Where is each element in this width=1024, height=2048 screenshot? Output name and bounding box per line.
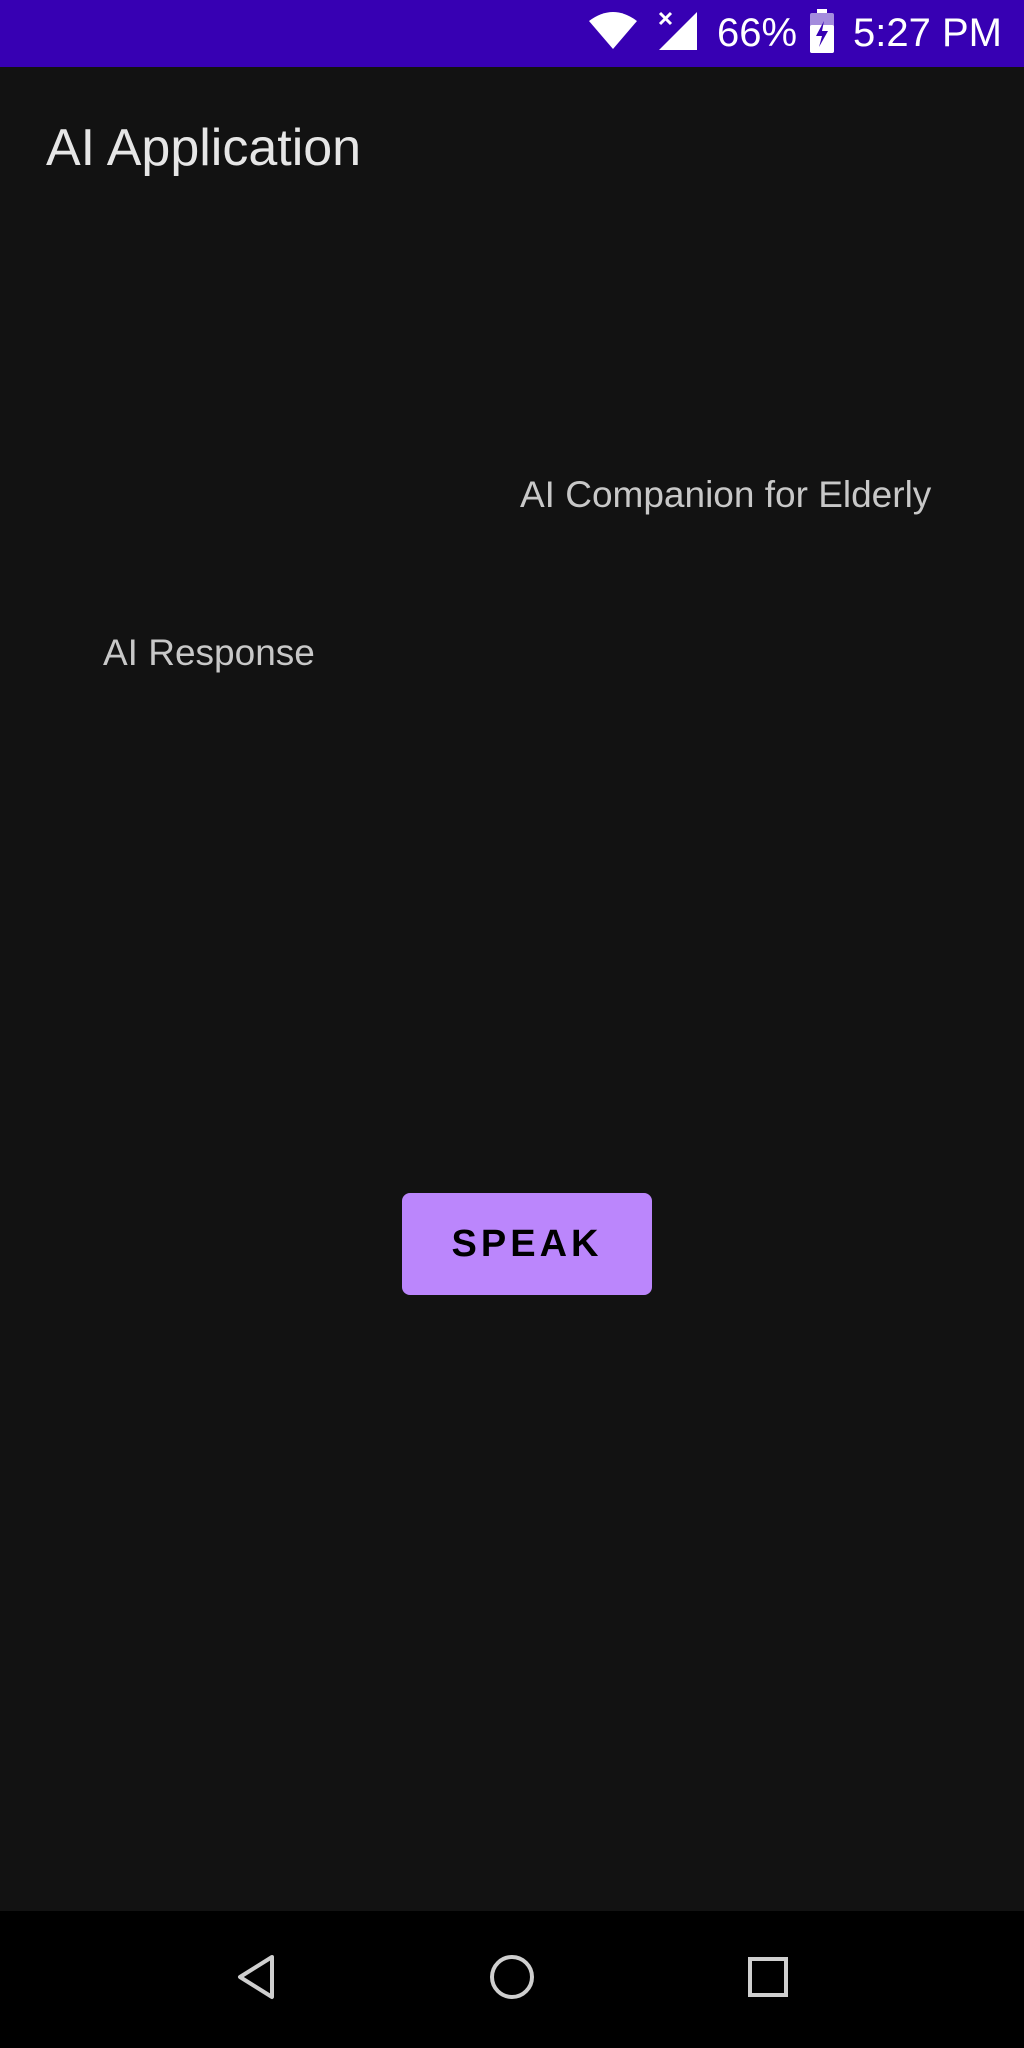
status-bar: 66% 5:27 PM (0, 0, 1024, 67)
status-bar-right: 66% 5:27 PM (587, 0, 1002, 67)
battery-percent: 66% (716, 11, 798, 55)
back-icon (234, 1953, 278, 2006)
status-time: 5:27 PM (853, 11, 1002, 55)
companion-label: AI Companion for Elderly (520, 474, 932, 515)
nav-recents-button[interactable] (708, 1911, 828, 2048)
app-screen: 66% 5:27 PM AI Application AI Companion … (0, 0, 1024, 2048)
recents-icon (746, 1955, 790, 2004)
speak-button[interactable]: SPEAK (402, 1193, 652, 1295)
battery-charging-icon (809, 9, 835, 58)
ai-response-text: AI Response (103, 632, 315, 673)
nav-back-button[interactable] (196, 1911, 316, 2048)
home-icon (488, 1953, 536, 2006)
wifi-icon (587, 11, 639, 56)
nav-home-button[interactable] (452, 1911, 572, 2048)
navigation-bar (0, 1911, 1024, 2048)
cell-signal-no-service-icon (657, 10, 699, 57)
app-title: AI Application (46, 119, 362, 177)
